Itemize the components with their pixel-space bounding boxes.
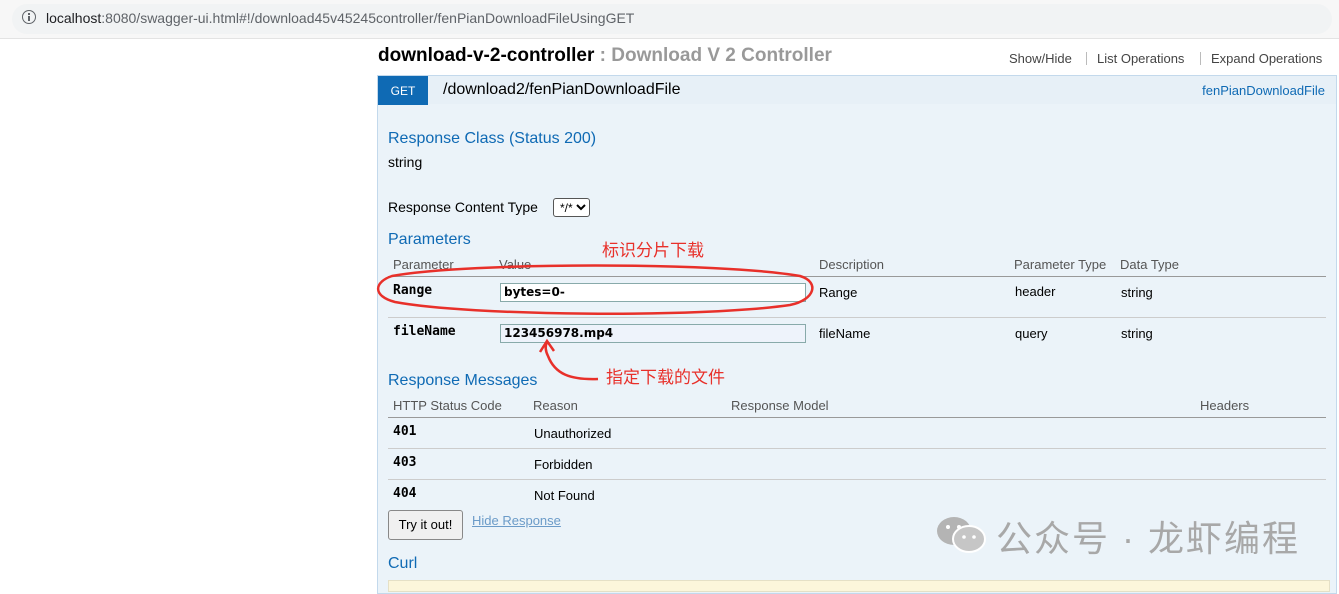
annotation-overlay <box>376 264 814 381</box>
range-highlight-ellipse <box>376 264 814 315</box>
wechat-icon <box>937 517 986 553</box>
watermark-text: 公众号 · 龙虾编程 <box>996 518 1300 559</box>
file-annotation: 指定下载的文件 <box>606 368 725 387</box>
file-annotation-arrow <box>544 341 599 381</box>
range-annotation: 标识分片下载 <box>602 241 704 260</box>
